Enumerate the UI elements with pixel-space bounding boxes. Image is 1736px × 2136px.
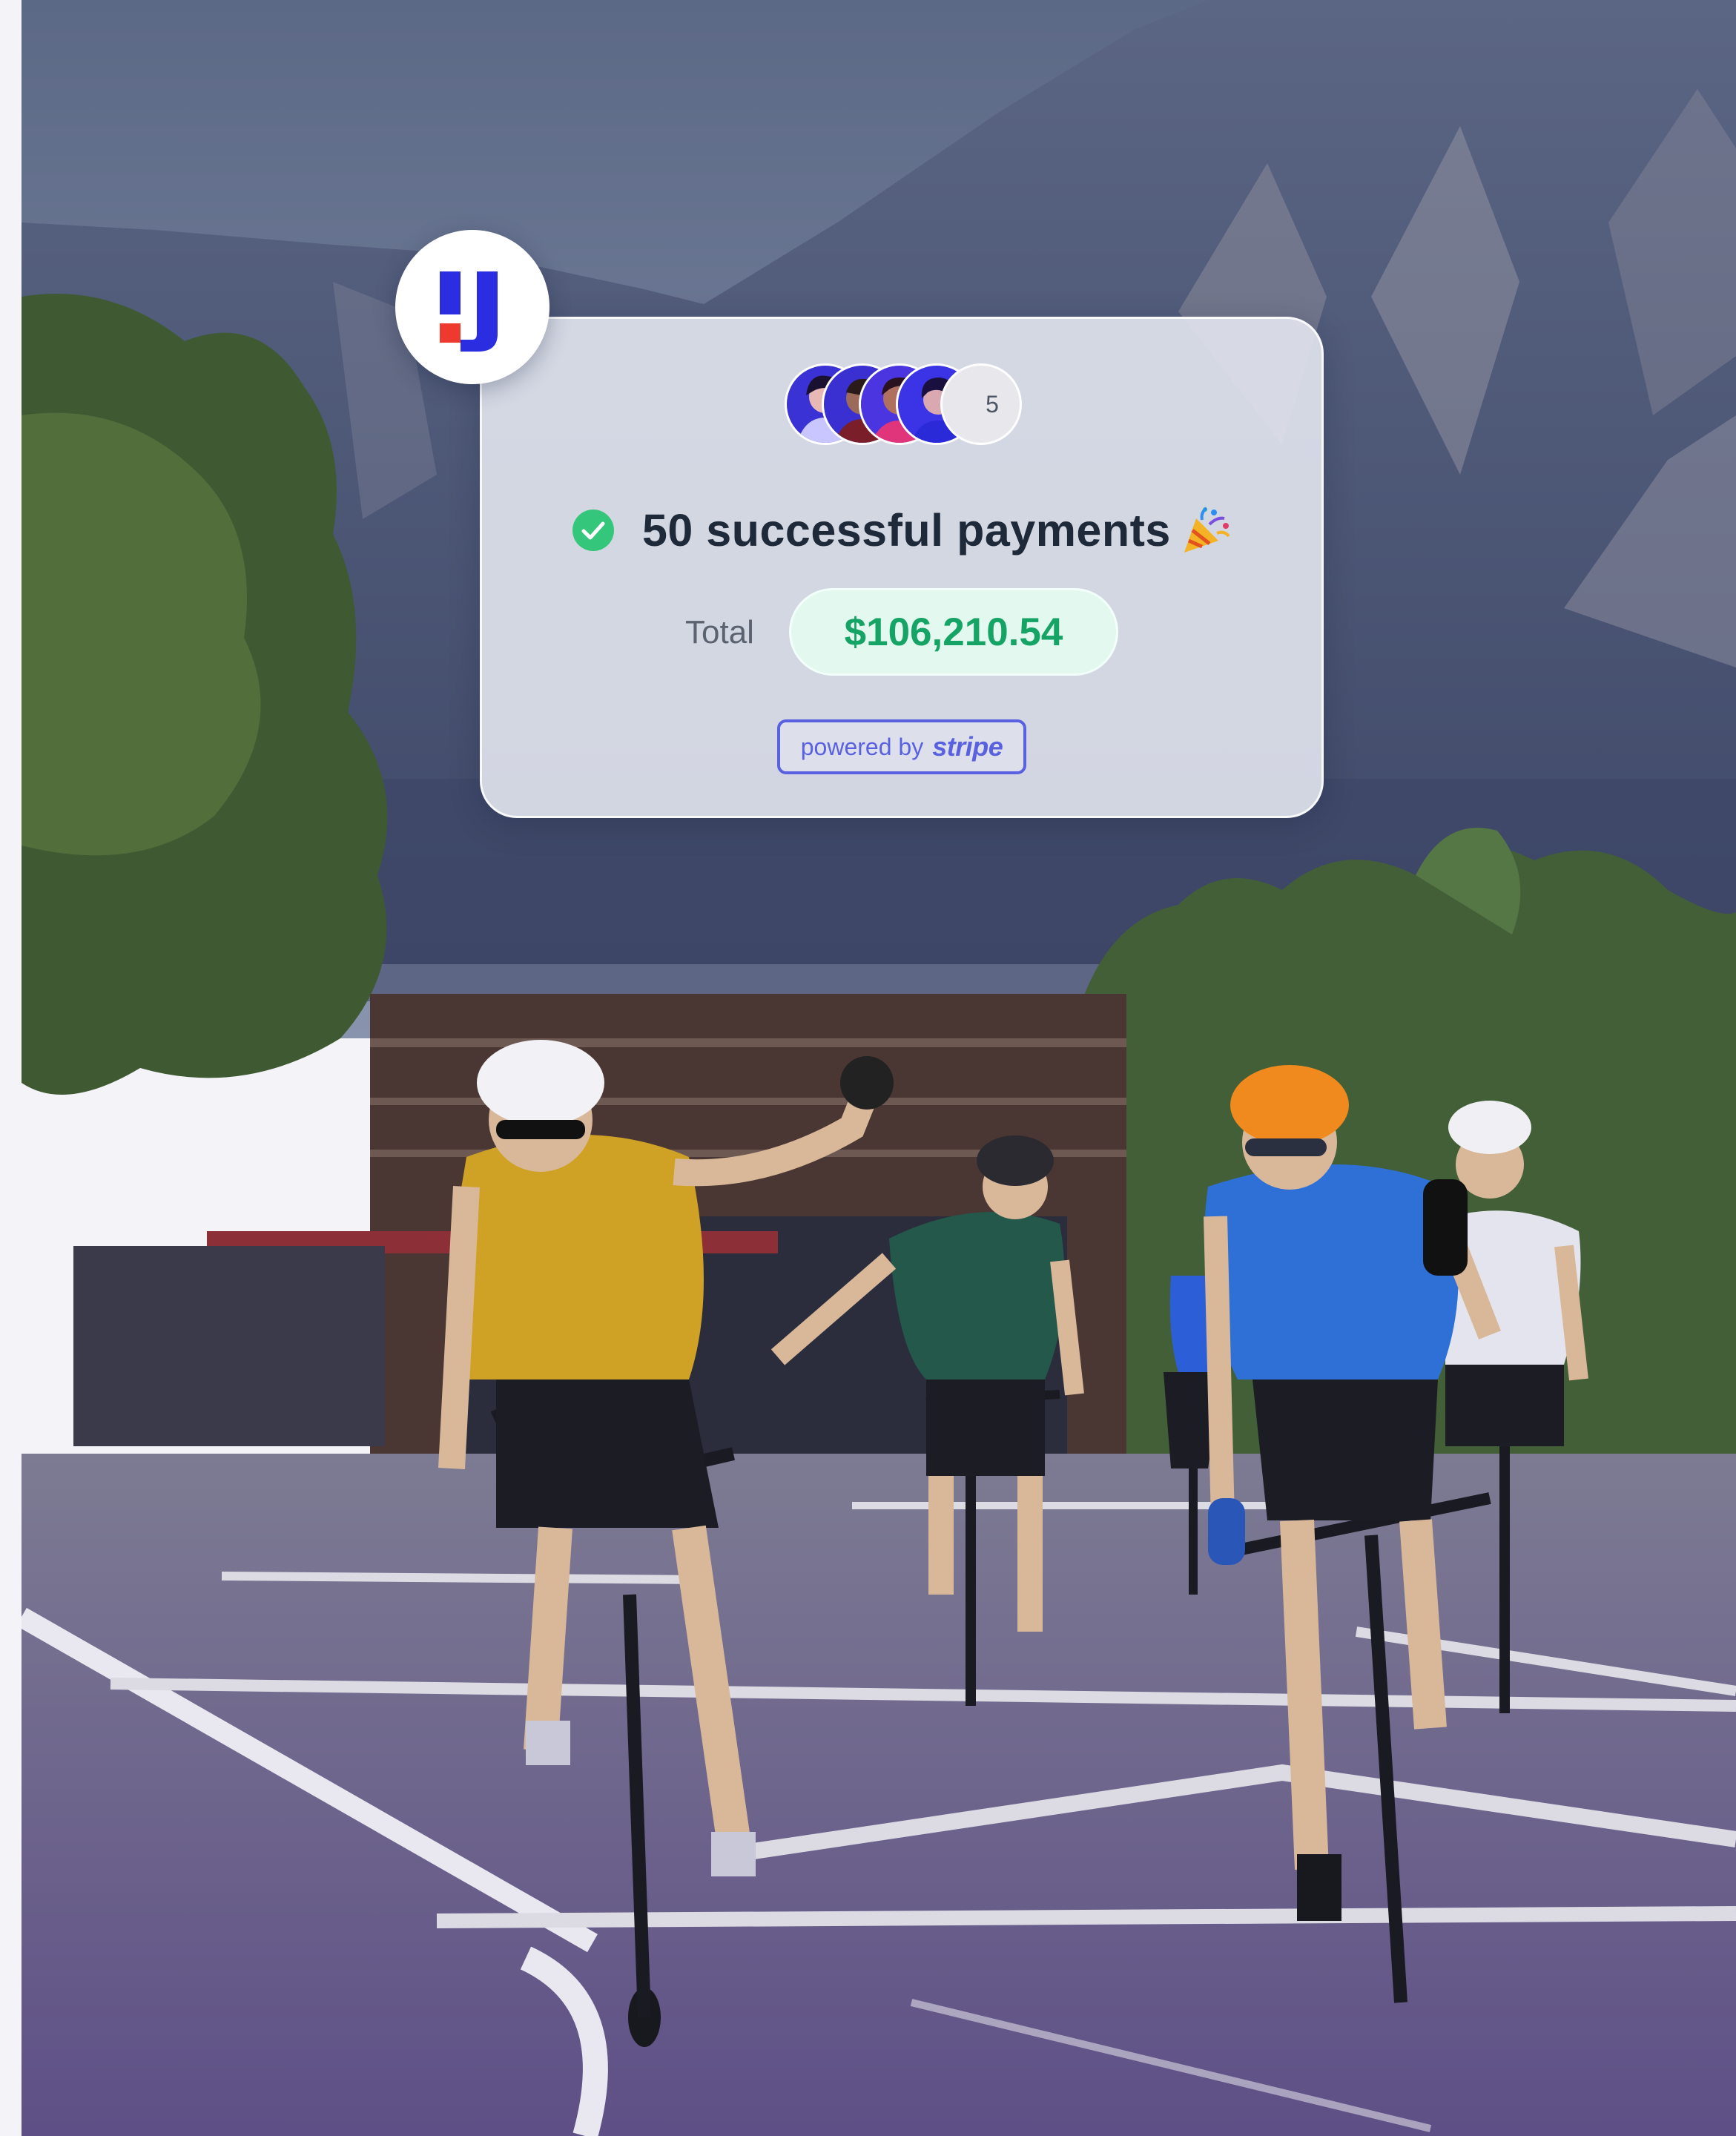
total-amount: $106,210.54 xyxy=(789,588,1118,676)
payer-avatars: 5 xyxy=(785,363,1022,449)
brand-logo-badge xyxy=(395,230,549,384)
total-label: Total xyxy=(685,614,754,650)
avatar-overflow-count: 5 xyxy=(940,363,1022,445)
payments-headline: 50 successful payments xyxy=(571,498,1233,562)
powered-by-stripe-badge[interactable]: powered by stripe xyxy=(777,719,1026,774)
powered-by-label: powered by xyxy=(800,733,924,760)
headline-text: 50 successful payments xyxy=(642,505,1171,556)
check-circle-icon xyxy=(572,510,614,551)
party-popper-icon xyxy=(1184,507,1230,553)
stripe-wordmark: stripe xyxy=(932,731,1003,762)
brand-logo-icon xyxy=(440,271,498,352)
